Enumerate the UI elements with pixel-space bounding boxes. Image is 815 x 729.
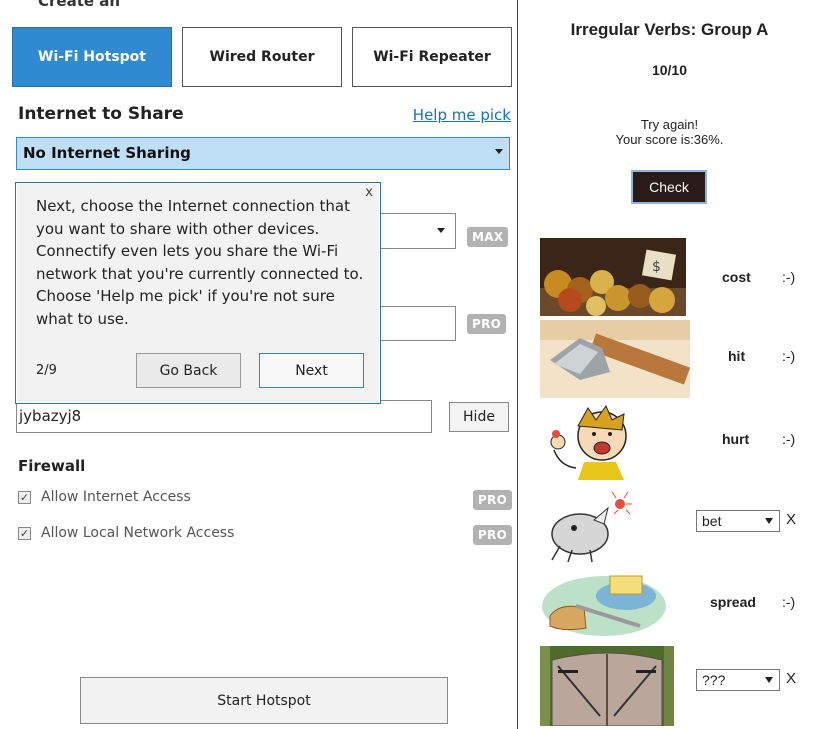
chevron-down-icon [437,228,445,233]
internet-to-share-dropdown[interactable]: No Internet Sharing [16,137,510,170]
quiz-count: 10/10 [651,62,688,78]
hit-image [540,320,690,398]
go-back-button[interactable]: Go Back [136,353,241,388]
allow-local-network-access-label: Allow Local Network Access [41,525,235,541]
bet-image [546,484,646,564]
checkmark-icon: ✓ [18,526,31,540]
hotspot-name-field[interactable] [370,306,456,341]
verb-select-value: ??? [702,672,726,688]
cost-image: $ [540,238,686,316]
verb-hit: hit [728,348,746,364]
chevron-down-icon [765,518,773,524]
correct-mark: :-) [782,431,796,447]
connectify-panel: Create an Wi-Fi Hotspot Wired Router Wi-… [0,0,518,729]
svg-text:$: $ [652,259,661,275]
verb-spread: spread [710,594,756,610]
allow-local-network-access-checkbox[interactable]: ✓ Allow Local Network Access [18,525,234,541]
allow-internet-access-checkbox[interactable]: ✓ Allow Internet Access [18,489,191,505]
pro-badge: PRO [473,490,513,510]
correct-mark: :-) [782,269,796,285]
check-button[interactable]: Check [631,170,707,204]
help-me-pick-link[interactable]: Help me pick [413,106,511,124]
internet-selected-value: No Internet Sharing [23,144,191,162]
verb-cost: cost [722,269,751,285]
wifi-repeater-tab[interactable]: Wi-Fi Repeater [352,27,512,87]
score-text: Your score is:36%. [615,132,724,147]
internet-to-share-heading: Internet to Share [18,104,184,124]
wrong-mark: X [786,670,797,687]
next-button[interactable]: Next [259,353,364,388]
chevron-down-icon [495,149,503,154]
tooltip-text: Next, choose the Internet connection tha… [36,197,364,328]
chevron-down-icon [765,677,773,683]
hurt-image [544,400,634,480]
quiz-title: Irregular Verbs: Group A [570,20,769,39]
allow-internet-access-label: Allow Internet Access [41,489,191,505]
firewall-heading: Firewall [18,457,86,475]
spread-image [540,566,666,638]
start-hotspot-button[interactable]: Start Hotspot [80,677,448,724]
pro-badge: PRO [473,525,513,545]
tooltip-step-counter: 2/9 [36,363,57,378]
max-badge: MAX [467,227,509,247]
quiz-feedback: Try again! Your score is:36%. [524,117,815,147]
password-field[interactable]: jybazyj8 [16,400,432,433]
wired-router-tab[interactable]: Wired Router [182,27,342,87]
gate-image [540,646,674,726]
verb-answer-select[interactable]: bet [696,510,780,532]
pro-badge: PRO [467,314,507,334]
hide-password-button[interactable]: Hide [449,402,509,432]
checkmark-icon: ✓ [18,490,31,504]
verb-quiz-panel: Irregular Verbs: Group A 10/10 Try again… [524,0,815,729]
network-adapter-dropdown[interactable] [370,213,456,249]
panel-title: Create an [38,0,121,10]
wrong-mark: X [786,511,797,528]
try-again-text: Try again! [640,117,699,132]
verb-answer-select[interactable]: ??? [696,669,780,691]
verb-hurt: hurt [722,431,750,447]
verb-select-value: bet [702,513,722,529]
onboarding-tooltip: x Next, choose the Internet connection t… [15,182,381,404]
correct-mark: :-) [782,348,796,364]
correct-mark: :-) [782,594,796,610]
wifi-hotspot-tab[interactable]: Wi-Fi Hotspot [12,27,172,87]
